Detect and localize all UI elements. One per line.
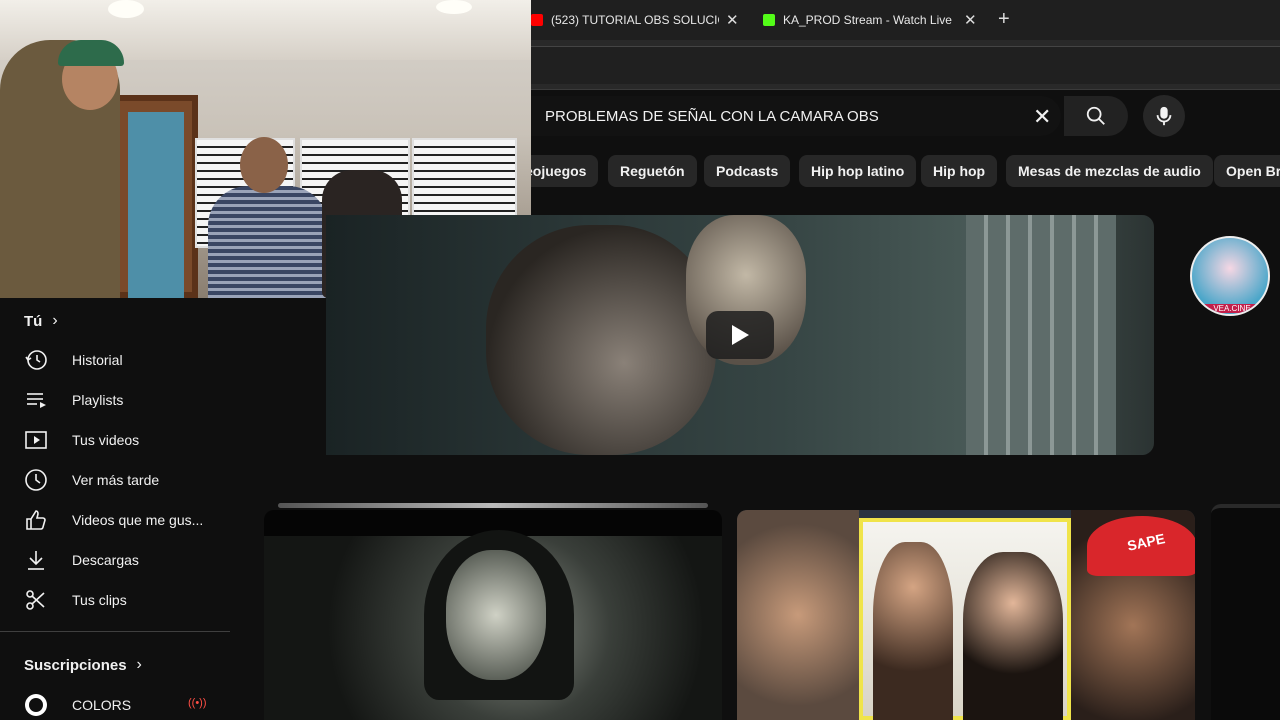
subscription-label: COLORS [72,697,132,713]
live-icon: ((•)) [188,697,207,709]
channel-avatar[interactable]: VEA.CINE [1190,236,1270,316]
playlists-icon [27,393,46,408]
thumbnail-figure [963,552,1063,720]
chip[interactable]: Podcasts [704,155,791,187]
thumbnail-figure [873,542,953,720]
download-icon [28,551,44,570]
sidebar-item-ver-mas-tarde[interactable]: Ver más tarde [0,460,230,500]
browser-tab[interactable]: KA_PROD Stream - Watch Live o ✕ [763,0,988,40]
sidebar-item-tus-videos[interactable]: Tus videos [0,420,230,460]
play-button[interactable] [706,311,774,359]
search-icon [1086,106,1105,125]
sidebar-item-playlists[interactable]: Playlists [0,380,230,420]
webcam-light [436,0,472,14]
sidebar: Tú › Historial Playlists Tus videos Ver … [0,298,240,720]
video-thumbnail[interactable] [1211,504,1280,720]
thumbnail-figure [446,550,546,680]
webcam-light [108,0,144,18]
sidebar-item-label: Tus videos [72,432,140,448]
you-section-header[interactable]: Tú › [24,312,58,330]
play-icon [732,325,749,345]
avatar-label: VEA.CINE [1192,304,1268,313]
watch-later-icon [25,469,47,491]
browser-tabstrip: (523) TUTORIAL OBS SOLUCION ✕ KA_PROD St… [531,0,1280,40]
search-button[interactable] [1064,96,1128,136]
search-input[interactable] [545,107,1015,125]
webcam-door-panel [128,112,184,298]
subscriptions-section-header[interactable]: Suscripciones › [24,656,142,674]
clear-search-icon[interactable]: ✕ [1033,104,1051,130]
browser-tab[interactable]: (523) TUTORIAL OBS SOLUCION ✕ [531,0,746,40]
voice-search-button[interactable] [1143,95,1185,137]
you-header-label: Tú [24,312,43,330]
sidebar-divider [0,631,230,632]
sidebar-item-label: Descargas [72,552,139,568]
thumbnail-figure [737,510,859,720]
address-bar-field[interactable] [531,46,1280,84]
thumbnail-cap: SAPE [1087,516,1195,576]
sidebar-item-label: Tus clips [72,592,127,608]
video-thumbnail[interactable]: SAPE [737,510,1195,720]
thumbnail-highlight-frame [859,518,1071,720]
chip[interactable]: Hip hop latino [799,155,917,187]
sidebar-item-videos-que-me-gustan[interactable]: Videos que me gus... [0,500,230,540]
video-thumbnail[interactable] [264,510,722,720]
webcam-cap [58,40,124,66]
category-chips-bar: eojuegos Reguetón Podcasts Hip hop latin… [531,155,1280,189]
subscriptions-header-label: Suscripciones [24,656,127,674]
history-icon [25,350,47,370]
sidebar-item-historial[interactable]: Historial [0,340,230,380]
sidebar-item-label: Ver más tarde [72,472,160,488]
your-videos-icon [25,431,47,449]
kick-favicon-icon [763,14,775,26]
webcam-person [208,186,328,298]
close-tab-icon[interactable]: ✕ [726,11,739,29]
webcam-person-head [240,137,288,193]
thumbnail-background [966,215,1116,455]
sidebar-item-label: Historial [72,352,123,368]
new-tab-button[interactable]: + [998,8,1010,31]
search-box[interactable]: ✕ [531,96,1061,136]
sidebar-item-tus-clips[interactable]: Tus clips [0,580,230,620]
sidebar-item-descargas[interactable]: Descargas [0,540,230,580]
chip[interactable]: Mesas de mezclas de audio [1006,155,1213,187]
chip[interactable]: Reguetón [608,155,697,187]
cap-text: SAPE [1125,530,1167,554]
thumbnail-figure [486,225,716,455]
chevron-right-icon: › [136,656,142,673]
tab-title: KA_PROD Stream - Watch Live o [783,13,953,27]
thumbs-up-icon [26,510,46,530]
youtube-favicon-icon [531,14,543,26]
tab-title: (523) TUTORIAL OBS SOLUCION [551,13,719,27]
sidebar-item-label: Playlists [72,392,124,408]
scissors-icon [26,590,45,610]
channel-avatar-icon [25,694,47,716]
close-tab-icon[interactable]: ✕ [964,11,977,29]
browser-address-bar[interactable] [531,40,1280,90]
chevron-right-icon: › [52,312,58,329]
loading-bar [278,503,708,508]
chip[interactable]: Hip hop [921,155,998,187]
microphone-icon [1156,106,1172,126]
chip[interactable]: eojuegos [531,155,599,187]
sidebar-item-label: Videos que me gus... [72,512,204,528]
chip[interactable]: Open Bro [1214,155,1280,187]
